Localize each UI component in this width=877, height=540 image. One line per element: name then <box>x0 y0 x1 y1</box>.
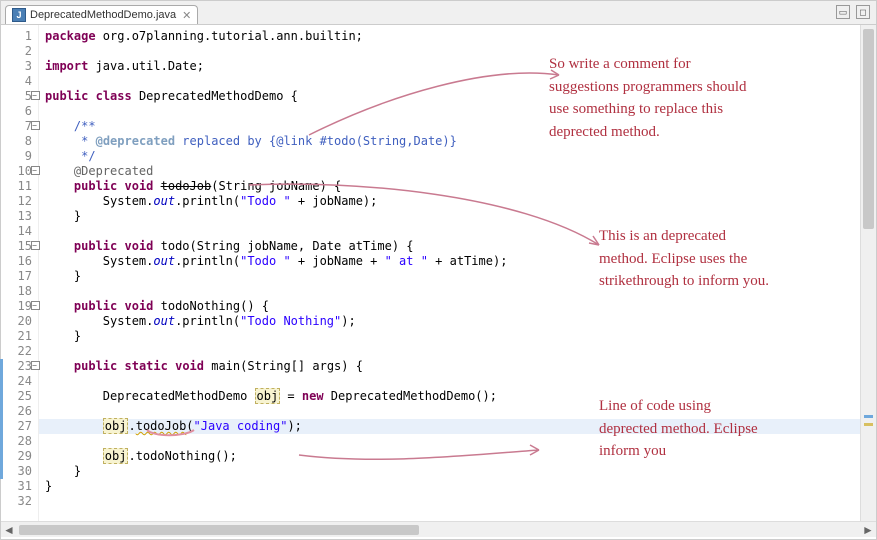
line-number: 25 <box>1 389 38 404</box>
code-line[interactable]: public void todo(String jobName, Date at… <box>39 239 860 254</box>
line-number: 32 <box>1 494 38 509</box>
line-number: 30 <box>1 464 38 479</box>
code-line[interactable]: System.out.println("Todo Nothing"); <box>39 314 860 329</box>
change-marker <box>0 434 3 449</box>
line-number: 14 <box>1 224 38 239</box>
line-number: 21 <box>1 329 38 344</box>
line-number: 11 <box>1 179 38 194</box>
code-line[interactable]: } <box>39 329 860 344</box>
minimize-icon[interactable]: ▭ <box>836 5 850 19</box>
line-number: 23− <box>1 359 38 374</box>
code-line[interactable] <box>39 74 860 89</box>
code-line[interactable]: public void todoNothing() { <box>39 299 860 314</box>
code-line[interactable]: obj.todoJob("Java coding"); <box>39 419 860 434</box>
scroll-right-icon[interactable]: ► <box>860 523 876 537</box>
tab-filename: DeprecatedMethodDemo.java <box>30 9 176 21</box>
change-marker <box>0 449 3 464</box>
line-number: 12 <box>1 194 38 209</box>
code-line[interactable] <box>39 104 860 119</box>
line-number: 24 <box>1 374 38 389</box>
vertical-scrollbar[interactable] <box>860 25 876 521</box>
horizontal-scrollbar[interactable]: ◄ ► <box>1 521 876 537</box>
hscrollbar-thumb[interactable] <box>19 525 419 535</box>
maximize-icon[interactable]: ◻ <box>856 5 870 19</box>
change-marker <box>0 464 3 479</box>
code-line[interactable] <box>39 224 860 239</box>
line-number: 10− <box>1 164 38 179</box>
view-toolbar: ▭ ◻ <box>836 5 870 19</box>
line-number: 19− <box>1 299 38 314</box>
code-line[interactable] <box>39 404 860 419</box>
line-gutter[interactable]: 12345−67−8910−1112131415−16171819−202122… <box>1 25 39 521</box>
code-line[interactable]: } <box>39 209 860 224</box>
line-number: 16 <box>1 254 38 269</box>
scrollbar-mark <box>864 415 873 418</box>
change-marker <box>0 359 3 374</box>
code-line[interactable]: */ <box>39 149 860 164</box>
line-number: 7− <box>1 119 38 134</box>
change-marker <box>0 419 3 434</box>
code-editor[interactable]: So write a comment forsuggestions progra… <box>39 25 860 521</box>
scrollbar-thumb[interactable] <box>863 29 874 229</box>
line-number: 18 <box>1 284 38 299</box>
code-line[interactable] <box>39 434 860 449</box>
code-line[interactable] <box>39 374 860 389</box>
line-number: 5− <box>1 89 38 104</box>
tab-bar: J DeprecatedMethodDemo.java ✕ ▭ ◻ <box>1 1 876 25</box>
code-line[interactable]: obj.todoNothing(); <box>39 449 860 464</box>
java-file-icon: J <box>12 8 26 22</box>
code-line[interactable] <box>39 494 860 509</box>
line-number: 15− <box>1 239 38 254</box>
code-line[interactable]: System.out.println("Todo " + jobName); <box>39 194 860 209</box>
line-number: 17 <box>1 269 38 284</box>
line-number: 22 <box>1 344 38 359</box>
code-line[interactable]: public void todoJob(String jobName) { <box>39 179 860 194</box>
code-line[interactable]: DeprecatedMethodDemo obj = new Deprecate… <box>39 389 860 404</box>
line-number: 26 <box>1 404 38 419</box>
line-number: 13 <box>1 209 38 224</box>
change-marker <box>0 404 3 419</box>
code-line[interactable]: package org.o7planning.tutorial.ann.buil… <box>39 29 860 44</box>
line-number: 28 <box>1 434 38 449</box>
code-line[interactable]: public static void main(String[] args) { <box>39 359 860 374</box>
line-number: 9 <box>1 149 38 164</box>
line-number: 4 <box>1 74 38 89</box>
line-number: 31 <box>1 479 38 494</box>
line-number: 1 <box>1 29 38 44</box>
line-number: 29 <box>1 449 38 464</box>
code-line[interactable]: * @deprecated replaced by {@link #todo(S… <box>39 134 860 149</box>
code-line[interactable] <box>39 44 860 59</box>
close-tab-icon[interactable]: ✕ <box>182 9 191 22</box>
scrollbar-warning-mark <box>864 423 873 426</box>
line-number: 6 <box>1 104 38 119</box>
code-line[interactable]: import java.util.Date; <box>39 59 860 74</box>
change-marker <box>0 374 3 389</box>
line-number: 2 <box>1 44 38 59</box>
code-line[interactable]: @Deprecated <box>39 164 860 179</box>
line-number: 8 <box>1 134 38 149</box>
editor-area: 12345−67−8910−1112131415−16171819−202122… <box>1 25 876 521</box>
line-number: 20 <box>1 314 38 329</box>
code-line[interactable]: } <box>39 464 860 479</box>
code-line[interactable]: } <box>39 479 860 494</box>
code-line[interactable]: System.out.println("Todo " + jobName + "… <box>39 254 860 269</box>
editor-tab[interactable]: J DeprecatedMethodDemo.java ✕ <box>5 5 198 24</box>
scroll-left-icon[interactable]: ◄ <box>1 523 17 537</box>
code-line[interactable]: public class DeprecatedMethodDemo { <box>39 89 860 104</box>
code-line[interactable] <box>39 284 860 299</box>
change-marker <box>0 389 3 404</box>
line-number: 27 <box>1 419 38 434</box>
line-number: 3 <box>1 59 38 74</box>
code-line[interactable]: } <box>39 269 860 284</box>
code-line[interactable]: /** <box>39 119 860 134</box>
code-line[interactable] <box>39 344 860 359</box>
